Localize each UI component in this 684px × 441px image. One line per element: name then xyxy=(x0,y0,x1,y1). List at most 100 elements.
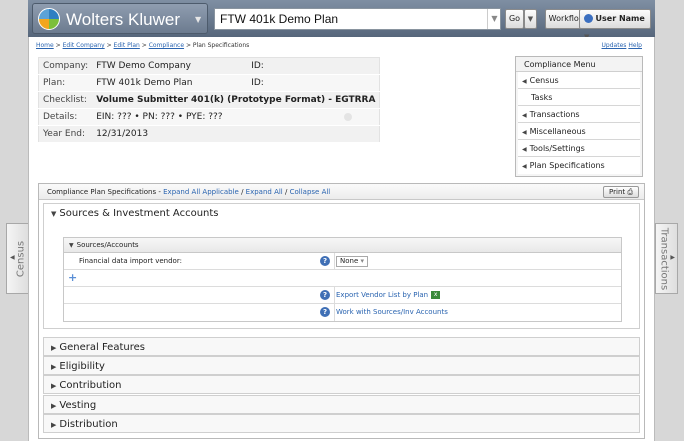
section-label: Eligibility xyxy=(59,361,105,372)
caret-right-icon: ▶ xyxy=(51,421,57,429)
vendor-label: Financial data import vendor: xyxy=(79,257,182,265)
export-row: ? Export Vendor List by Plan x xyxy=(64,287,621,304)
info-row: Details: EIN: ??? • PN: ??? • PYE: ??? xyxy=(38,108,380,126)
vendor-row: Financial data import vendor: ? None ▾ xyxy=(64,253,621,270)
caret-right-icon: ▶ xyxy=(51,402,57,410)
info-indicator-icon xyxy=(344,113,352,121)
chevron-down-icon: ▾ xyxy=(360,257,365,265)
plan-info-table: Company: FTW Demo Company ID: Plan: FTW … xyxy=(38,57,381,143)
arrow-left-icon: ◀ xyxy=(10,254,15,261)
arrow-right-icon: ▶ xyxy=(670,254,675,261)
breadcrumb-edit-company-link[interactable]: Edit Company xyxy=(63,42,105,49)
info-row: Year End: 12/31/2013 xyxy=(38,125,380,143)
info-key: Company: xyxy=(38,57,93,75)
section-contribution[interactable]: ▶ Contribution xyxy=(43,375,640,394)
logo-menu[interactable]: Wolters Kluwer ▼ xyxy=(32,3,208,34)
breadcrumb-compliance-link[interactable]: Compliance xyxy=(149,42,184,49)
compliance-menu: Compliance Menu ◀ Census Tasks ◀ Transacti… xyxy=(515,56,643,177)
vendor-select[interactable]: None ▾ xyxy=(336,256,369,267)
go-button[interactable]: Go xyxy=(505,9,524,29)
subsection-title: Sources/Accounts xyxy=(76,241,139,249)
info-value: 12/31/2013 xyxy=(92,125,380,143)
menu-item-plan-specifications[interactable]: ◀ Plan Specifications xyxy=(518,157,640,174)
plan-specifications-panel: Compliance Plan Specifications - Expand … xyxy=(38,183,645,439)
section-vesting[interactable]: ▶ Vesting xyxy=(43,395,640,414)
caret-right-icon: ▶ xyxy=(51,363,57,371)
caret-left-icon: ◀ xyxy=(522,129,527,136)
updates-link[interactable]: Updates xyxy=(602,42,627,49)
info-value: EIN: ??? • PN: ??? • PYE: ??? xyxy=(92,108,380,126)
menu-item-transactions[interactable]: ◀ Transactions xyxy=(518,106,640,123)
transactions-side-tab[interactable]: ▶ Transactions xyxy=(655,223,678,294)
info-key: Checklist: xyxy=(38,91,93,109)
info-value: FTW Demo Company xyxy=(92,57,248,75)
sources-accounts-header[interactable]: ▼ Sources/Accounts xyxy=(64,238,621,253)
help-icon[interactable]: ? xyxy=(320,290,330,300)
census-side-tab[interactable]: ◀ Census xyxy=(6,223,29,294)
help-icon[interactable]: ? xyxy=(320,256,330,266)
work-with-sources-link[interactable]: Work with Sources/Inv Accounts xyxy=(336,308,448,316)
excel-icon: x xyxy=(431,291,441,299)
section-label: Sources & Investment Accounts xyxy=(59,208,219,219)
section-label: Vesting xyxy=(59,400,97,411)
breadcrumb-sep: > xyxy=(141,42,147,49)
spec-header: Compliance Plan Specifications - Expand … xyxy=(39,184,644,200)
user-menu-button[interactable]: User Name ▼ xyxy=(579,9,651,41)
plan-search-input[interactable]: FTW 401k Demo Plan xyxy=(214,8,501,30)
breadcrumb: Home > Edit Company > Edit Plan > Compli… xyxy=(36,42,249,49)
caret-down-icon: ▼ xyxy=(51,210,57,218)
plan-dropdown-icon[interactable]: ▼ xyxy=(487,9,501,29)
column-divider xyxy=(334,253,335,269)
column-divider xyxy=(334,304,335,321)
print-button[interactable]: Print ⎙ xyxy=(603,186,639,198)
logo-text: Wolters Kluwer xyxy=(66,10,180,29)
breadcrumb-sep: > xyxy=(55,42,61,49)
info-key: Plan: xyxy=(38,74,93,92)
chevron-down-icon: ▼ xyxy=(195,15,202,24)
breadcrumb-home-link[interactable]: Home xyxy=(36,42,54,49)
breadcrumb-edit-plan-link[interactable]: Edit Plan xyxy=(114,42,140,49)
info-row: Checklist: Volume Submitter 401(k) (Prot… xyxy=(38,91,380,109)
menu-item-label: Plan Specifications xyxy=(529,161,605,170)
menu-item-miscellaneous[interactable]: ◀ Miscellaneous xyxy=(518,123,640,140)
section-label: Contribution xyxy=(59,380,122,391)
menu-item-label: Census xyxy=(529,76,559,85)
app-header: Wolters Kluwer ▼ FTW 401k Demo Plan ▼ Go… xyxy=(28,0,655,41)
info-id-key: ID: xyxy=(247,74,380,92)
work-row: ? Work with Sources/Inv Accounts xyxy=(64,304,621,321)
breadcrumb-current: Plan Specifications xyxy=(192,42,250,49)
export-link-label: Export Vendor List by Plan xyxy=(336,291,429,299)
vendor-select-value: None xyxy=(340,257,359,265)
section-label: General Features xyxy=(59,342,145,353)
chevron-down-icon: ▼ xyxy=(527,15,534,23)
caret-left-icon: ◀ xyxy=(522,112,527,119)
go-label: Go xyxy=(508,14,521,23)
help-link[interactable]: Help xyxy=(628,42,642,49)
printer-icon: ⎙ xyxy=(627,188,633,196)
sources-accounts-group: ▼ Sources/Accounts Financial data import … xyxy=(63,237,622,322)
help-icon[interactable]: ? xyxy=(320,307,330,317)
caret-right-icon: ▶ xyxy=(51,382,57,390)
user-name-label: User Name xyxy=(595,14,645,23)
transactions-tab-label: Transactions xyxy=(658,227,669,290)
info-value-checklist: Volume Submitter 401(k) (Prototype Forma… xyxy=(92,91,380,109)
menu-item-tasks[interactable]: Tasks xyxy=(518,89,640,106)
section-general-features[interactable]: ▶ General Features xyxy=(43,337,640,356)
globe-icon xyxy=(584,14,593,23)
caret-down-icon: ▼ xyxy=(69,242,74,249)
caret-right-icon: ▶ xyxy=(51,344,57,352)
export-vendor-list-link[interactable]: Export Vendor List by Plan x xyxy=(336,291,441,299)
add-icon[interactable]: + xyxy=(68,271,77,284)
section-eligibility[interactable]: ▶ Eligibility xyxy=(43,356,640,375)
info-key: Year End: xyxy=(38,125,93,143)
wolters-kluwer-logo-icon xyxy=(38,8,60,30)
menu-item-census[interactable]: ◀ Census xyxy=(518,72,640,89)
section-distribution[interactable]: ▶ Distribution xyxy=(43,414,640,433)
collapse-all-link[interactable]: Collapse All xyxy=(290,188,331,196)
menu-item-tools-settings[interactable]: ◀ Tools/Settings xyxy=(518,140,640,157)
menu-item-label: Miscellaneous xyxy=(529,127,586,136)
caret-left-icon: ◀ xyxy=(522,78,527,85)
go-dropdown-button[interactable]: ▼ xyxy=(524,9,537,29)
expand-all-link[interactable]: Expand All xyxy=(246,188,283,196)
expand-all-applicable-link[interactable]: Expand All Applicable xyxy=(163,188,239,196)
